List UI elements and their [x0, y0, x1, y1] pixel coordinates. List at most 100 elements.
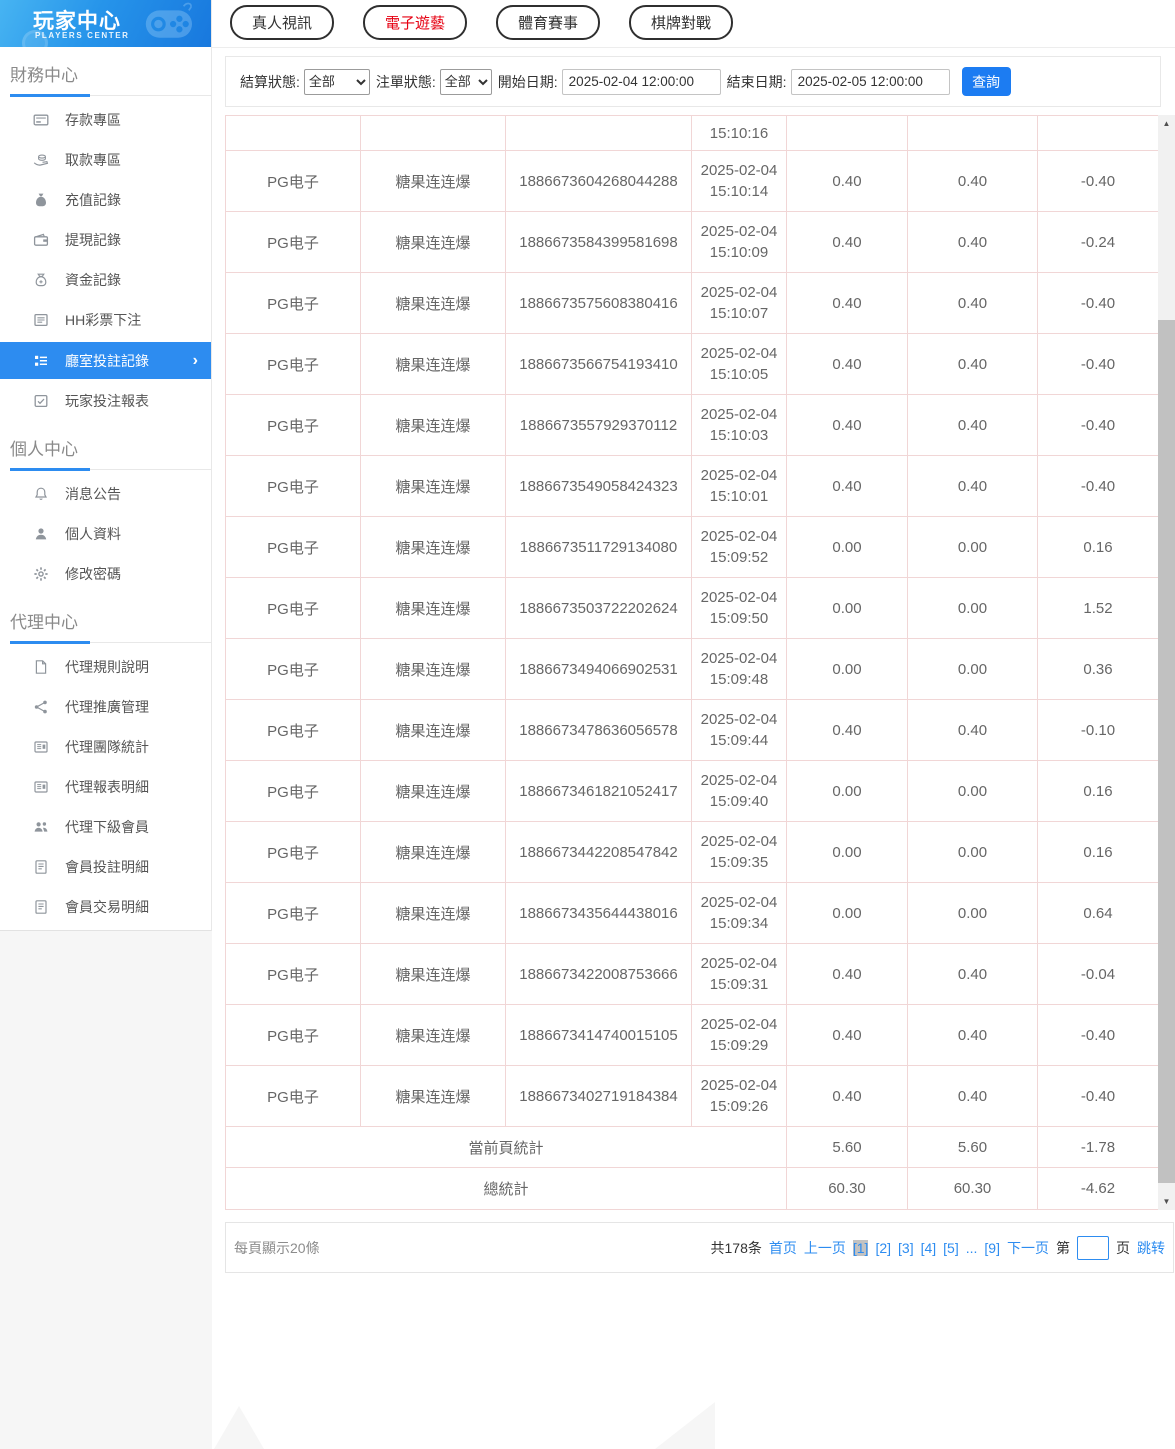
sidebar-item[interactable]: 會員交易明細	[0, 887, 211, 927]
scroll-up-icon[interactable]: ▲	[1158, 115, 1175, 132]
sidebar-item[interactable]: 取款專區	[0, 140, 211, 180]
menulist-icon	[33, 353, 49, 369]
profit-cell: -0.40	[1037, 150, 1159, 212]
table-scrollbar[interactable]: ▲ ▼	[1158, 115, 1175, 1210]
scrollbar-thumb[interactable]	[1158, 320, 1175, 1183]
page-link[interactable]: [2]	[875, 1240, 891, 1256]
provider-cell: PG电子	[225, 638, 361, 700]
page-link[interactable]: [4]	[921, 1240, 937, 1256]
sidebar-item[interactable]: 充值記錄	[0, 180, 211, 220]
end-date-input[interactable]	[790, 68, 950, 95]
start-date-input[interactable]	[561, 68, 721, 95]
card-icon	[33, 112, 49, 128]
sidebar-item[interactable]: 代理規則說明	[0, 647, 211, 687]
search-button[interactable]: 查詢	[961, 67, 1011, 96]
jump-page-input[interactable]	[1077, 1235, 1109, 1260]
bet-time-cell: 2025-02-04 15:09:40	[691, 760, 787, 822]
next-page-link[interactable]: 下一页	[1007, 1238, 1049, 1258]
jump-suffix-label: 页	[1116, 1239, 1130, 1256]
table-cell	[1037, 115, 1159, 151]
bet-amount-cell: 0.00	[786, 821, 908, 883]
sidebar-item[interactable]: 資金記錄	[0, 260, 211, 300]
order-number-cell: 1886673435644438016	[505, 882, 692, 944]
scroll-down-icon[interactable]: ▼	[1158, 1193, 1175, 1210]
bet-amount-cell: 0.40	[786, 272, 908, 334]
sidebar-item[interactable]: HH彩票下注	[0, 300, 211, 340]
jump-go-link[interactable]: 跳转	[1137, 1238, 1165, 1258]
sidebar-item-label: 代理下級會員	[65, 819, 149, 835]
tab[interactable]: 電子遊藝	[363, 5, 468, 40]
sidebar-item-label: HH彩票下注	[65, 312, 142, 328]
page-link[interactable]: ...	[966, 1240, 978, 1256]
game-name-cell: 糖果连连爆	[360, 1065, 506, 1127]
tab[interactable]: 體育賽事	[496, 5, 601, 40]
sidebar-item[interactable]: 代理推廣管理	[0, 687, 211, 727]
valid-bet-cell: 0.40	[907, 272, 1038, 334]
sidebar-item[interactable]: 修改密碼	[0, 554, 211, 594]
bet-time-cell: 2025-02-04 15:09:29	[691, 1004, 787, 1066]
game-name-cell: 糖果连连爆	[360, 455, 506, 517]
first-page-link[interactable]: 首页	[769, 1238, 797, 1258]
tab[interactable]: 真人視訊	[230, 5, 335, 40]
bet-amount-cell: 0.40	[786, 455, 908, 517]
valid-bet-cell: 0.40	[907, 211, 1038, 273]
news-icon	[33, 779, 49, 795]
profit-cell: 0.64	[1037, 882, 1159, 944]
doc-icon	[33, 659, 49, 675]
order-status-select[interactable]: 全部	[439, 68, 492, 95]
jump-prefix-label: 第	[1056, 1239, 1070, 1256]
profit-cell: -0.24	[1037, 211, 1159, 273]
sidebar-item-label: 會員交易明細	[65, 899, 149, 915]
valid-bet-cell: 0.40	[907, 394, 1038, 456]
sidebar-item[interactable]: 消息公告	[0, 474, 211, 514]
bet-amount-cell: 0.40	[786, 394, 908, 456]
settle-status-select[interactable]: 全部	[303, 68, 370, 95]
bet-records-table: 15:10:16 PG电子 糖果连连爆 1886673604268044288 2025…	[225, 115, 1159, 1210]
sidebar-nav: 財務中心 存款專區 取款專區 充值記錄 提現記錄 資金記錄 HH彩票下注 廳室投註記錄 › 玩家投…	[0, 55, 211, 927]
gamepad-icon	[137, 2, 205, 44]
order-number-cell: 1886673461821052417	[505, 760, 692, 822]
order-number-cell: 1886673575608380416	[505, 272, 692, 334]
bet-time-cell: 2025-02-04 15:10:07	[691, 272, 787, 334]
prev-page-link[interactable]: 上一页	[804, 1238, 846, 1258]
doclist-icon	[33, 899, 49, 915]
sidebar-item-label: 提現記錄	[65, 232, 121, 248]
sidebar-item[interactable]: 會員投註明細	[0, 847, 211, 887]
bet-time-cell: 2025-02-04 15:10:14	[691, 150, 787, 212]
sidebar-item[interactable]: 代理團隊統計	[0, 727, 211, 767]
user-icon	[33, 526, 49, 542]
profit-cell: 1.52	[1037, 577, 1159, 639]
sidebar-item[interactable]: 代理下級會員	[0, 807, 211, 847]
valid-bet-cell: 0.40	[907, 1065, 1038, 1127]
order-number-cell: 1886673414740015105	[505, 1004, 692, 1066]
sidebar-item[interactable]: 廳室投註記錄 ›	[0, 342, 211, 379]
order-number-cell: 1886673584399581698	[505, 211, 692, 273]
sidebar-item[interactable]: 代理報表明細	[0, 767, 211, 807]
bet-time-cell: 2025-02-04 15:09:31	[691, 943, 787, 1005]
bet-amount-cell: 0.00	[786, 516, 908, 578]
doclist-icon	[33, 859, 49, 875]
sidebar-item[interactable]: 個人資料	[0, 514, 211, 554]
game-name-cell: 糖果连连爆	[360, 821, 506, 883]
table-row: PG电子 糖果连连爆 1886673422008753666 2025-02-04 15…	[225, 943, 1159, 1005]
page-link-current[interactable]: [1]	[852, 1239, 869, 1256]
game-name-cell: 糖果连连爆	[360, 1004, 506, 1066]
game-name-cell: 糖果连连爆	[360, 394, 506, 456]
table-cell	[505, 115, 692, 151]
sidebar-item[interactable]: 提現記錄	[0, 220, 211, 260]
page-link[interactable]: [3]	[898, 1240, 914, 1256]
table-row: PG电子 糖果连连爆 1886673461821052417 2025-02-04 15…	[225, 760, 1159, 822]
list-icon	[33, 312, 49, 328]
logo-subtitle: PLAYERS CENTER	[35, 31, 130, 40]
sidebar-item[interactable]: 存款專區	[0, 100, 211, 140]
summary-bet-cell: 60.30	[786, 1167, 908, 1210]
tab[interactable]: 棋牌對戰	[629, 5, 734, 40]
valid-bet-cell: 0.00	[907, 516, 1038, 578]
valid-bet-cell: 0.40	[907, 943, 1038, 1005]
page-link[interactable]: [9]	[984, 1240, 1000, 1256]
sidebar-item[interactable]: 玩家投注報表	[0, 381, 211, 421]
summary-bet-cell: 5.60	[786, 1126, 908, 1168]
sidebar-item-label: 代理推廣管理	[65, 699, 149, 715]
moneybag-icon	[33, 192, 49, 208]
page-link[interactable]: [5]	[943, 1240, 959, 1256]
